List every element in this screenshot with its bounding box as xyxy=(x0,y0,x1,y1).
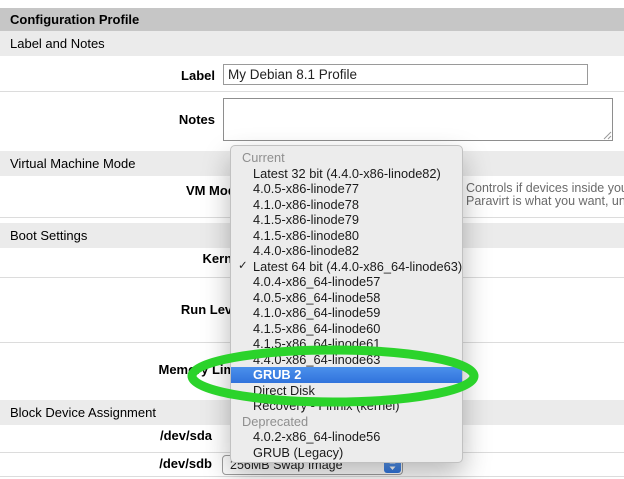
kernel-option[interactable]: Latest 32 bit (4.4.0-x86-linode82) xyxy=(231,166,462,182)
section-label-and-notes: Label and Notes xyxy=(0,31,624,56)
kernel-option[interactable]: Direct Disk xyxy=(231,383,462,399)
kernel-option-label: 4.1.0-x86-linode78 xyxy=(253,197,359,212)
kernel-dropdown-menu: CurrentLatest 32 bit (4.4.0-x86-linode82… xyxy=(230,145,463,463)
kernel-option[interactable]: 4.1.0-x86_64-linode59 xyxy=(231,305,462,321)
kernel-option-label: 4.0.5-x86-linode77 xyxy=(253,181,359,196)
kernel-option-label: 4.0.4-x86_64-linode57 xyxy=(253,274,380,289)
kernel-option-label: 4.4.0-x86-linode82 xyxy=(253,243,359,258)
divider xyxy=(0,91,624,92)
vm-mode-help-line1: Controls if devices inside your xyxy=(466,181,624,195)
kernel-option[interactable]: 4.0.5-x86_64-linode58 xyxy=(231,290,462,306)
kernel-option[interactable]: 4.1.5-x86_64-linode60 xyxy=(231,321,462,337)
kernel-option[interactable]: 4.1.0-x86-linode78 xyxy=(231,197,462,213)
kernel-option[interactable]: 4.0.4-x86_64-linode57 xyxy=(231,274,462,290)
kernel-option-label: 4.1.5-x86-linode80 xyxy=(253,228,359,243)
label-field-label: Label xyxy=(0,68,215,83)
label-input[interactable] xyxy=(223,64,588,85)
kernel-option[interactable]: ✓ Latest 64 bit (4.4.0-x86_64-linode63) xyxy=(231,259,462,275)
kernel-option[interactable]: Recovery - Finnix (kernel) xyxy=(231,398,462,414)
notes-field-label: Notes xyxy=(0,112,215,127)
kernel-option-label: Latest 64 bit (4.4.0-x86_64-linode63) xyxy=(253,259,462,274)
kernel-option[interactable]: GRUB 2 xyxy=(231,367,462,383)
kernel-option-label: Direct Disk xyxy=(253,383,315,398)
divider xyxy=(0,476,624,477)
kernel-option[interactable]: 4.0.5-x86-linode77 xyxy=(231,181,462,197)
kernel-option-label: Latest 32 bit (4.4.0-x86-linode82) xyxy=(253,166,441,181)
kernel-dropdown-list: CurrentLatest 32 bit (4.4.0-x86-linode82… xyxy=(231,150,462,460)
kernel-option-label: 4.1.5-x86-linode79 xyxy=(253,212,359,227)
vm-mode-help-line2: Paravirt is what you want, unle xyxy=(466,194,624,208)
dev-sdb-label: /dev/sdb xyxy=(0,456,212,471)
kernel-option-label: 4.4.0-x86_64-linode63 xyxy=(253,352,380,367)
kernel-option[interactable]: 4.4.0-x86-linode82 xyxy=(231,243,462,259)
kernel-option[interactable]: 4.4.0-x86_64-linode63 xyxy=(231,352,462,368)
kernel-option-label: GRUB (Legacy) xyxy=(253,445,343,460)
kernel-option-label: 4.1.5-x86_64-linode61 xyxy=(253,336,380,351)
kernel-option-label: 4.0.5-x86_64-linode58 xyxy=(253,290,380,305)
resize-handle-icon[interactable] xyxy=(603,131,612,140)
notes-textarea[interactable] xyxy=(223,98,613,141)
kernel-label: Kernel xyxy=(0,251,243,266)
kernel-option-label: 4.1.5-x86_64-linode60 xyxy=(253,321,380,336)
kernel-option[interactable]: 4.1.5-x86-linode79 xyxy=(231,212,462,228)
kernel-option[interactable]: 4.0.2-x86_64-linode56 xyxy=(231,429,462,445)
kernel-option-label: 4.0.2-x86_64-linode56 xyxy=(253,429,380,444)
kernel-group-header: Current xyxy=(231,150,462,166)
kernel-option-label: Deprecated xyxy=(242,414,308,429)
kernel-group-header: Deprecated xyxy=(231,414,462,430)
kernel-option[interactable]: 4.1.5-x86_64-linode61 xyxy=(231,336,462,352)
memory-limit-label: Memory Limit xyxy=(0,362,243,377)
run-level-label: Run Level xyxy=(0,302,243,317)
kernel-option-label: 4.1.0-x86_64-linode59 xyxy=(253,305,380,320)
configuration-profile-page: Configuration Profile Label and Notes La… xyxy=(0,0,624,479)
page-title: Configuration Profile xyxy=(0,8,624,31)
kernel-option[interactable]: GRUB (Legacy) xyxy=(231,445,462,461)
dev-sda-label: /dev/sda xyxy=(0,428,212,443)
kernel-option[interactable]: 4.1.5-x86-linode80 xyxy=(231,228,462,244)
kernel-option-label: GRUB 2 xyxy=(253,367,301,382)
checkmark-icon: ✓ xyxy=(238,259,248,275)
vm-mode-label: VM Mode xyxy=(0,183,243,198)
kernel-option-label: Current xyxy=(242,150,285,165)
kernel-option-label: Recovery - Finnix (kernel) xyxy=(253,398,400,413)
